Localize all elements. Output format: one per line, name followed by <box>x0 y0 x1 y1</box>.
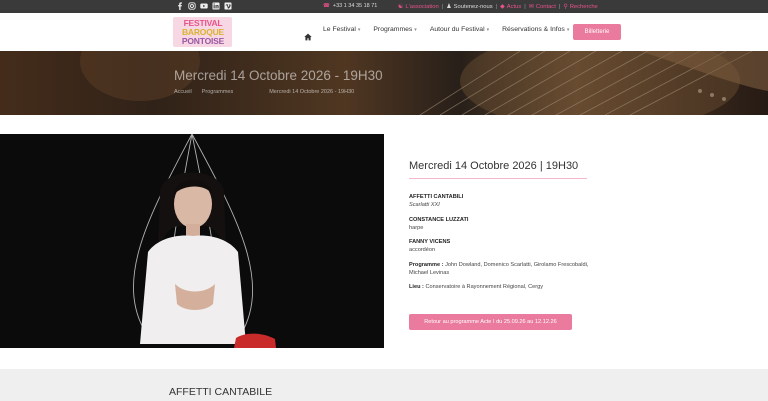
nav-item-festival[interactable]: Le Festival ▾ <box>323 26 360 33</box>
chevron-down-icon: ▾ <box>566 26 570 33</box>
search-icon: ⚲ <box>563 4 568 10</box>
venue-block: Lieu : Conservatoire à Rayonnement Régio… <box>409 283 609 291</box>
divider: | <box>524 3 526 10</box>
chevron-down-icon: ▾ <box>357 26 361 33</box>
back-to-programme-button[interactable]: Retour au programme Acte I du 25.09.26 a… <box>409 314 572 330</box>
hero-banner: Mercredi 14 Octobre 2026 - 19H30 Accueil… <box>0 51 768 115</box>
logo-line-3: PONTOISE <box>181 36 225 46</box>
top-link-label: Actus <box>506 3 522 10</box>
chevron-down-icon: ▾ <box>486 26 490 33</box>
nav-item-autour[interactable]: Autour du Festival ▾ <box>430 26 489 33</box>
artist-role: accordéon <box>409 247 436 254</box>
linkedin-icon[interactable] <box>212 2 220 10</box>
main-nav: Le Festival ▾ Programmes ▾ Autour du Festi… <box>323 26 569 33</box>
social-links <box>176 2 232 10</box>
top-link-label: Recherche <box>569 3 598 10</box>
top-bar: ☎ +33 1 34 35 18 71 ☯ L'association | ♟ Sou… <box>0 0 768 13</box>
chevron-down-icon: ▾ <box>414 26 417 33</box>
artist-name: CONSTANCE LUZZATI <box>409 216 469 223</box>
artist-role: harpe <box>409 224 424 231</box>
title-divider <box>409 178 587 179</box>
home-icon[interactable] <box>304 28 312 41</box>
section-band: AFFETTI CANTABILE <box>0 369 768 401</box>
breadcrumb-home[interactable]: Accueil <box>174 89 192 95</box>
hero-title: Mercredi 14 Octobre 2026 - 19H30 <box>174 68 383 83</box>
nav-item-programmes[interactable]: Programmes ▾ <box>373 26 416 33</box>
ensemble-subtitle: Scarlatti XXI <box>409 202 440 209</box>
nav-item-reservations[interactable]: Réservations & Infos ▾ <box>502 26 569 33</box>
divider: | <box>441 3 444 10</box>
artist-block-1: CONSTANCE LUZZATI harpe <box>409 216 609 233</box>
phone-number[interactable]: ☎ +33 1 34 35 18 71 <box>323 1 377 12</box>
nav-label: Programmes <box>373 26 413 33</box>
top-link-label: L'association <box>405 3 439 10</box>
nav-label: Le Festival <box>323 26 356 33</box>
event-title: Mercredi 14 Octobre 2026 | 19H30 <box>409 160 579 172</box>
artist-photo-illustration <box>0 134 384 348</box>
venue-label: Lieu : <box>409 284 424 291</box>
venue-text: Conservatoire à Rayonnement Régional, Ce… <box>425 284 544 291</box>
nav-label: Réservations & Infos <box>502 26 565 33</box>
programme-block: Programme : John Dowland, Domenico Scarl… <box>409 261 604 278</box>
top-link-soutenez[interactable]: ♟ Soutenez-nous <box>446 3 493 11</box>
facebook-icon[interactable] <box>176 2 184 10</box>
breadcrumb: Accueil Programmes Mercredi 14 Octobre 2… <box>174 89 354 95</box>
handshake-icon: ☯ <box>398 4 404 10</box>
ticket-button[interactable]: Billetterie <box>573 24 621 40</box>
top-link-label: Contact <box>535 3 556 10</box>
vimeo-icon[interactable] <box>224 2 232 10</box>
artist-block-2: FANNY VICENS accordéon <box>409 238 609 255</box>
artist-name: FANNY VICENS <box>409 239 451 246</box>
ensemble-block: AFFETTI CANTABILI Scarlatti XXI <box>409 193 609 210</box>
ensemble-name: AFFETTI CANTABILI <box>409 194 464 200</box>
breadcrumb-programmes[interactable]: Programmes <box>202 89 233 95</box>
top-link-actus[interactable]: ◆ Actus <box>500 3 522 11</box>
festival-logo[interactable]: FESTIVAL BAROQUE PONTOISE <box>173 17 232 47</box>
event-info: Mercredi 14 Octobre 2026 | 19H30 AFFETTI… <box>409 160 609 292</box>
top-link-contact[interactable]: ✉ Contact <box>528 3 556 11</box>
instagram-icon[interactable] <box>188 2 196 10</box>
top-link-label: Soutenez-nous <box>453 3 493 10</box>
top-link-recherche[interactable]: ⚲ Recherche <box>563 3 598 11</box>
artist-photo <box>0 134 384 348</box>
top-link-association[interactable]: ☯ L'association <box>398 3 439 11</box>
divider: | <box>495 3 498 10</box>
breadcrumb-current: Mercredi 14 Octobre 2026 - 19H30 <box>269 89 355 95</box>
hero-overlay <box>0 51 768 115</box>
youtube-icon[interactable] <box>200 2 208 10</box>
top-links: ☯ L'association | ♟ Soutenez-nous | ◆ Actus… <box>398 0 598 13</box>
phone-text: +33 1 34 35 18 71 <box>332 3 378 9</box>
section-title: AFFETTI CANTABILE <box>169 386 273 398</box>
envelope-icon: ✉ <box>528 4 534 10</box>
site-header: FESTIVAL BAROQUE PONTOISE Le Festival ▾ P… <box>0 13 768 51</box>
user-icon: ♟ <box>446 4 452 10</box>
divider: | <box>558 3 561 10</box>
nav-label: Autour du Festival <box>429 26 485 33</box>
phone-icon: ☎ <box>323 3 330 9</box>
programme-label: Programme : <box>409 261 444 268</box>
bell-icon: ◆ <box>500 4 505 10</box>
